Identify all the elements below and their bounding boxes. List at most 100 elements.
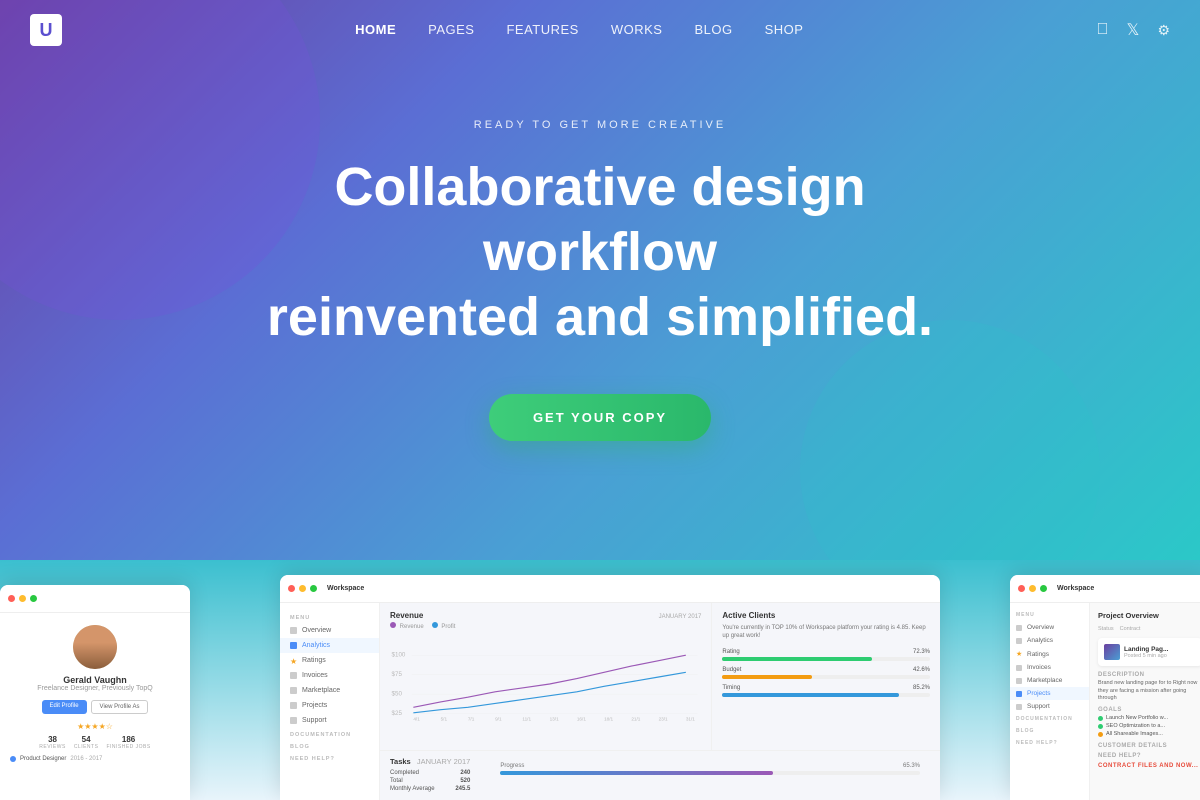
edit-profile-button[interactable]: Edit Profile	[42, 700, 87, 714]
settings-icon[interactable]: ⚙	[1157, 22, 1170, 39]
progress-bar	[500, 771, 920, 775]
c3-overview[interactable]: Overview	[1010, 621, 1089, 634]
sidebar-overview[interactable]: Overview	[280, 623, 379, 638]
svg-text:21/1: 21/1	[631, 717, 640, 722]
card3-menu-label: MENU	[1010, 609, 1089, 621]
svg-text:18/1: 18/1	[604, 717, 613, 722]
dot-yellow	[19, 595, 26, 602]
avatar	[73, 625, 117, 669]
sidebar-analytics[interactable]: Analytics	[280, 638, 379, 653]
progress-fill	[500, 771, 773, 775]
hero-section: READY TO GET MORE CREATIVE Collaborative…	[0, 0, 1200, 560]
active-clients-desc: You're currently in TOP 10% of Workspace…	[722, 624, 930, 641]
metric-budget: Budget 42.6%	[722, 667, 930, 679]
profile-stats: 38 REVIEWS 54 CLIENTS 186 FINISHED JOBS	[39, 735, 150, 750]
c3-doc-label: DOCUMENTATION	[1010, 713, 1089, 725]
c3-marketplace[interactable]: Marketplace	[1010, 674, 1089, 687]
status-label: Status	[1098, 626, 1114, 632]
marketplace-icon	[290, 687, 297, 694]
navbar: U HOME PAGES FEATURES WORKS BLOG SHOP  …	[0, 0, 1200, 60]
task-completed: Completed 240	[390, 770, 470, 776]
sidebar-support[interactable]: Support	[280, 713, 379, 728]
nav-features[interactable]: FEATURES	[506, 22, 578, 37]
nav-pages[interactable]: PAGES	[428, 22, 474, 37]
avatar-face	[73, 625, 117, 669]
tasks-col: Tasks JANUARY 2017 Completed 240 Total 5…	[390, 757, 470, 794]
facebook-icon[interactable]: 	[1097, 21, 1109, 39]
card2-main: Revenue JANUARY 2017 Revenue Profit	[380, 603, 940, 800]
stat-clients: 54 CLIENTS	[74, 735, 99, 750]
invoices-icon	[290, 672, 297, 679]
svg-text:16/1: 16/1	[577, 717, 586, 722]
sidebar-projects[interactable]: Projects	[280, 698, 379, 713]
progress-area: Progress 65.3%	[490, 757, 930, 794]
sidebar-ratings[interactable]: ★ Ratings	[280, 653, 379, 668]
c3-support-icon	[1016, 704, 1022, 710]
metric-budget-fill	[722, 675, 811, 679]
c3-ratings[interactable]: ★ Ratings	[1010, 647, 1089, 661]
c3-invoices[interactable]: Invoices	[1010, 661, 1089, 674]
nav-works[interactable]: WORKS	[611, 22, 663, 37]
card3-main: Project Overview Status Contract Landing…	[1090, 603, 1200, 800]
revenue-dot	[390, 622, 396, 628]
c3-projects[interactable]: Projects	[1010, 687, 1089, 700]
customer-label: CUSTOMER DETAILS	[1098, 743, 1200, 749]
card2-top-row: Revenue JANUARY 2017 Revenue Profit	[380, 603, 940, 750]
chart-date: JANUARY 2017	[659, 614, 702, 620]
dot-red-2	[288, 585, 295, 592]
c3-overview-icon	[1016, 625, 1022, 631]
c3-star-icon: ★	[1016, 650, 1022, 658]
sidebar-marketplace[interactable]: Marketplace	[280, 683, 379, 698]
project-status-row: Status Contract	[1098, 626, 1200, 632]
chart-title: Revenue	[390, 611, 423, 620]
blog-label: BLOG	[280, 740, 379, 752]
logo[interactable]: U	[30, 14, 62, 46]
goals-section: GOALS Launch New Portfolio w... SEO Opti…	[1098, 707, 1200, 737]
dot-green	[30, 595, 37, 602]
dot-green-2	[310, 585, 317, 592]
hero-title: Collaborative design workflow reinvented…	[210, 155, 990, 349]
card2-header: Workspace	[280, 575, 940, 603]
chart-area: Revenue JANUARY 2017 Revenue Profit	[380, 603, 712, 750]
c3-projects-icon	[1016, 691, 1022, 697]
description-section: DESCRIPTION Brand new landing page for t…	[1098, 672, 1200, 703]
profile-buttons: Edit Profile View Profile As	[42, 700, 149, 714]
sidebar-invoices[interactable]: Invoices	[280, 668, 379, 683]
legend-revenue: Revenue	[390, 622, 424, 630]
project-name: Landing Pag...	[1124, 646, 1168, 653]
nav-links: HOME PAGES FEATURES WORKS BLOG SHOP	[355, 21, 803, 39]
analytics-card: Workspace MENU Overview Analytics ★ Rati…	[280, 575, 940, 800]
nav-shop[interactable]: SHOP	[765, 22, 804, 37]
hero-cta-button[interactable]: GET YOUR COPY	[489, 394, 711, 441]
goal-dot-2	[1098, 724, 1103, 729]
hero-eyebrow: READY TO GET MORE CREATIVE	[474, 119, 726, 131]
twitter-icon[interactable]: 𝕏	[1127, 20, 1140, 40]
nav-home[interactable]: HOME	[355, 22, 396, 37]
profile-name: Gerald Vaughn	[63, 675, 127, 685]
c3-blog-label: BLOG	[1010, 725, 1089, 737]
c3-support[interactable]: Support	[1010, 700, 1089, 713]
svg-text:$100: $100	[392, 652, 406, 659]
help-label-c2: NEED HELP?	[280, 752, 379, 764]
hero-title-line2: reinvented and simplified.	[267, 287, 933, 347]
metric-timing-fill	[722, 693, 898, 697]
view-profile-button[interactable]: View Profile As	[91, 700, 149, 714]
nav-blog[interactable]: BLOG	[694, 22, 732, 37]
hero-title-line1: Collaborative design workflow	[334, 157, 865, 282]
projects-icon	[290, 702, 297, 709]
goals-label: GOALS	[1098, 707, 1200, 713]
profile-subtitle: Freelance Designer, Previously TopQ	[37, 685, 152, 692]
c3-analytics[interactable]: Analytics	[1010, 634, 1089, 647]
description-text: Brand new landing page for to Right now …	[1098, 680, 1200, 703]
tasks-area: Tasks JANUARY 2017 Completed 240 Total 5…	[380, 750, 940, 800]
c3-invoices-icon	[1016, 665, 1022, 671]
screenshots-section: Gerald Vaughn Freelance Designer, Previo…	[0, 560, 1200, 800]
task-total: Total 520	[390, 778, 470, 784]
active-clients-area: Active Clients You're currently in TOP 1…	[712, 603, 940, 750]
contract-details: CONTRACT FILES AND NOW...	[1098, 763, 1200, 769]
goal-dot-3	[1098, 732, 1103, 737]
goal-dot-1	[1098, 716, 1103, 721]
stat-rating: 38 REVIEWS	[39, 735, 66, 750]
metric-rating: Rating 72.3%	[722, 649, 930, 661]
metric-rating-fill	[722, 657, 871, 661]
